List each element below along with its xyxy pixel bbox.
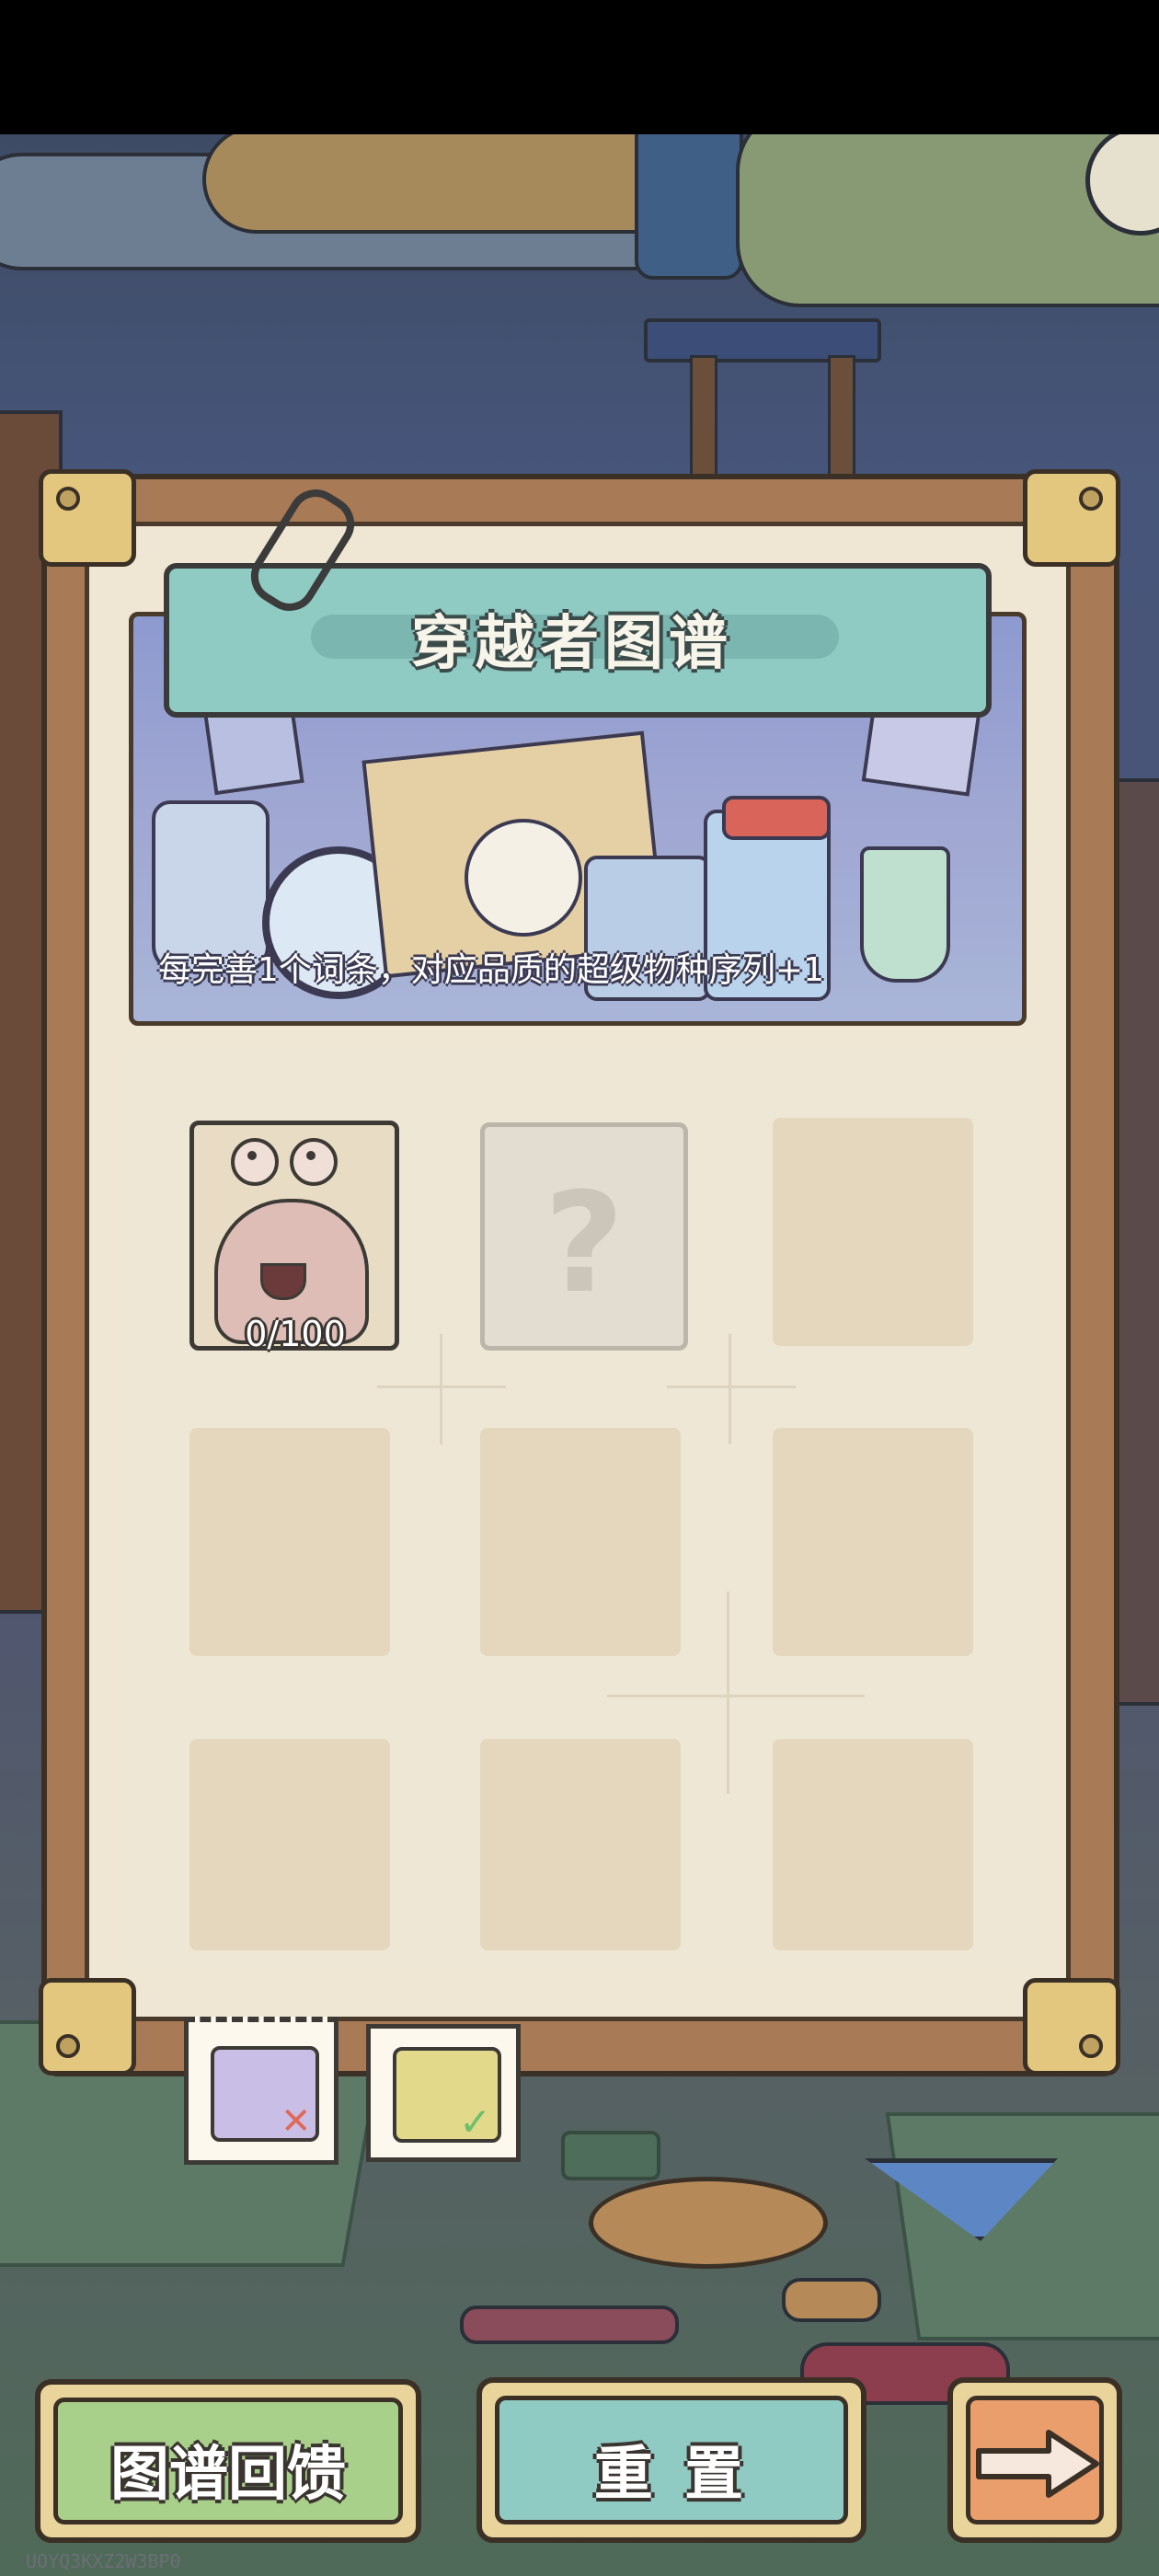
snail-eye	[290, 1138, 338, 1186]
question-mark-icon: ?	[544, 1164, 625, 1324]
species-card-progress: 0/100	[245, 1314, 346, 1354]
check-mark-icon: ✓	[459, 2099, 492, 2145]
floor-disc	[589, 2177, 828, 2269]
floor-tile	[885, 2112, 1159, 2340]
atlas-feedback-label: 图谱回馈	[110, 2441, 346, 2509]
filter-tab-complete[interactable]: ✓	[366, 2024, 521, 2162]
floor-stick	[460, 2306, 679, 2344]
next-button[interactable]	[947, 2377, 1122, 2543]
panel-corner	[1023, 469, 1120, 567]
floor-pebble	[782, 2278, 881, 2322]
background-stand-leg	[690, 355, 717, 489]
status-bar-area	[0, 0, 1159, 134]
arrow-right-icon	[973, 2429, 1102, 2499]
grid-mark	[727, 1592, 729, 1794]
grid-mark	[440, 1334, 442, 1444]
jar-lid	[722, 796, 831, 840]
grid-mark	[729, 1334, 731, 1444]
background-pipe-segment	[202, 134, 688, 234]
empty-slot	[773, 1428, 973, 1656]
grid-mark	[607, 1695, 865, 1697]
species-card-unknown[interactable]: ?	[480, 1122, 688, 1351]
reset-label: 重 置	[593, 2441, 750, 2509]
watermark-text: UOYQ3KXZ2W3BP0	[26, 2550, 181, 2572]
empty-slot	[773, 1739, 973, 1950]
panel-corner	[1023, 1978, 1120, 2076]
floor-stone	[561, 2131, 660, 2180]
grid-mark	[667, 1386, 796, 1388]
atlas-description: 每完善1个词条，对应品质的超级物种序列+1	[158, 951, 824, 989]
panel-corner	[39, 469, 136, 567]
reset-button[interactable]: 重 置	[476, 2377, 866, 2543]
empty-slot	[480, 1428, 681, 1656]
snail-mouth	[260, 1263, 306, 1300]
filter-tab-incomplete[interactable]: ✕	[184, 2017, 339, 2165]
background-pipe-joint	[635, 134, 743, 280]
atlas-feedback-button[interactable]: 图谱回馈	[35, 2379, 421, 2543]
empty-slot	[189, 1739, 390, 1950]
background-stand-leg	[828, 355, 855, 489]
empty-slot	[189, 1428, 390, 1656]
empty-slot	[773, 1118, 973, 1346]
snail-pupil	[306, 1151, 316, 1160]
cross-mark-icon: ✕	[281, 2100, 312, 2143]
snail-pupil	[247, 1151, 257, 1160]
panel-corner	[39, 1978, 136, 2076]
empty-slot	[480, 1739, 681, 1950]
duck-creature-icon	[465, 819, 582, 937]
snail-eye	[231, 1138, 279, 1186]
